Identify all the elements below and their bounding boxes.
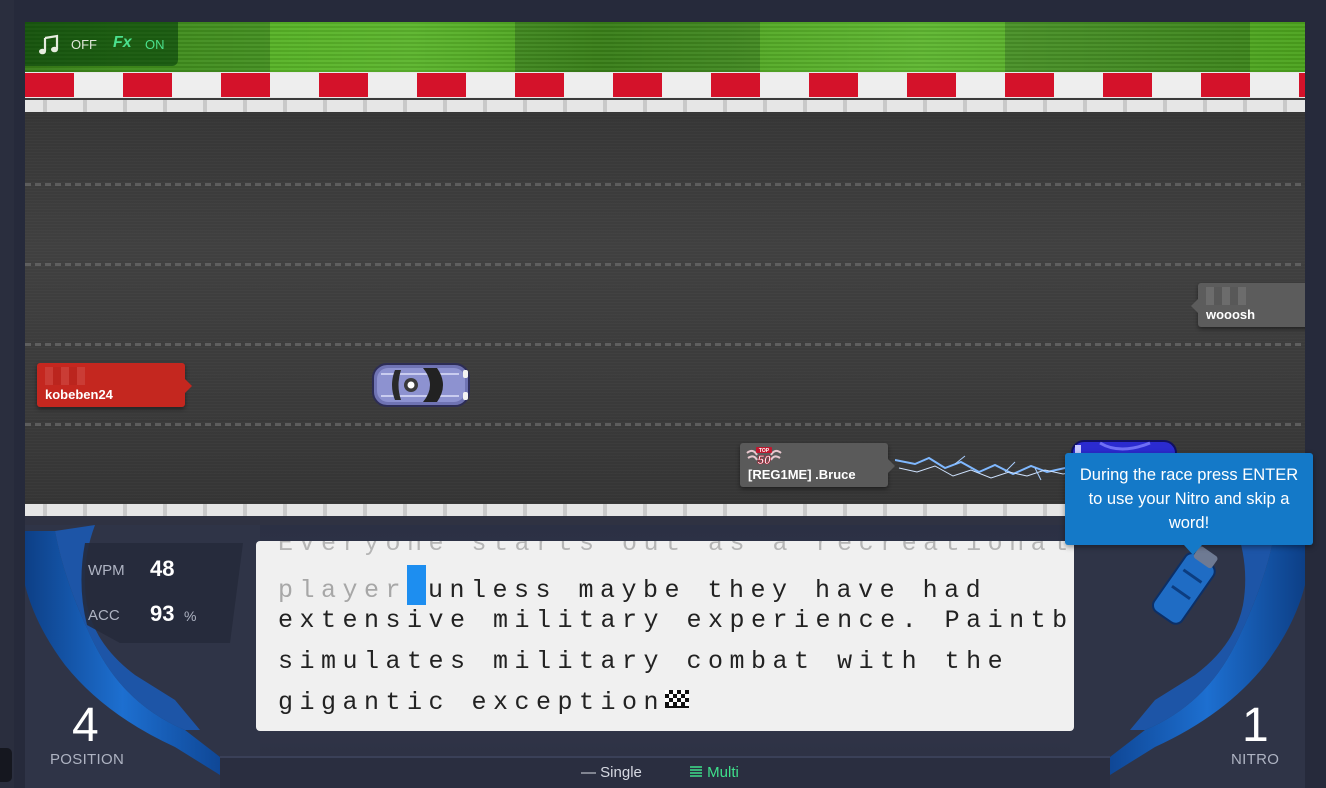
wpm-value: 48	[150, 556, 175, 581]
player-name: wooosh	[1206, 307, 1256, 322]
text-line-current: player unless maybe they have had	[278, 565, 987, 605]
track-curb	[25, 72, 1305, 98]
acc-value: 93	[150, 601, 175, 626]
tooltip-text: During the race press ENTER to use your …	[1079, 466, 1299, 532]
grass	[25, 22, 1305, 72]
side-tab[interactable]	[0, 748, 12, 782]
page-left-strip	[0, 0, 14, 788]
player-tag-kobeben24: kobeben24	[37, 363, 192, 407]
player-tag-bruce: TOP 50 [REG1ME] .Bruce	[740, 443, 895, 487]
player-car	[372, 363, 470, 407]
typed-text: player	[278, 576, 408, 605]
nitro-lightning	[895, 455, 1075, 481]
avatar	[45, 367, 85, 385]
acc-label: ACC	[88, 607, 120, 624]
acc-unit: %	[184, 608, 197, 624]
dash-icon: —	[581, 764, 596, 781]
avatar	[1206, 287, 1246, 305]
player-name: kobeben24	[45, 387, 113, 402]
nitro-label: NITRO	[1231, 751, 1280, 768]
position-value: 4	[72, 699, 99, 752]
tag-pointer	[1191, 299, 1198, 313]
position-label: POSITION	[50, 751, 125, 768]
tag-pointer	[185, 379, 192, 393]
player-name: [REG1ME] .Bruce	[748, 467, 856, 482]
race-track: OFF Fx ON kobeben24 TOP 50 [REG1ME] .Bru…	[25, 22, 1305, 525]
mode-single-button[interactable]: — Single	[581, 764, 642, 781]
audio-controls: OFF Fx ON	[25, 22, 178, 66]
lane-line	[25, 423, 1305, 426]
list-icon	[690, 766, 702, 777]
last-line-text: gigantic exception	[278, 688, 666, 717]
typing-text-panel[interactable]: Everyone starts out as a recreational pl…	[256, 541, 1074, 731]
mode-multi-button[interactable]: Multi	[689, 764, 739, 781]
mode-single-label: Single	[600, 764, 642, 781]
top50-badge: TOP 50	[746, 447, 782, 467]
wpm-label: WPM	[88, 562, 125, 579]
text-line: simulates military combat with the	[278, 647, 1010, 676]
music-note-icon[interactable]	[38, 34, 60, 56]
fx-icon[interactable]: Fx	[113, 34, 132, 52]
svg-text:50: 50	[757, 453, 771, 467]
nitro-value: 1	[1242, 699, 1269, 752]
fx-toggle[interactable]: ON	[145, 37, 165, 52]
text-line: Everyone starts out as a recreational	[278, 541, 1074, 558]
player-tag-wooosh: wooosh	[1191, 283, 1305, 327]
lane-line	[25, 183, 1305, 186]
remaining-text: unless maybe they have had	[428, 576, 988, 605]
nitro-tooltip: During the race press ENTER to use your …	[1065, 453, 1313, 545]
music-toggle[interactable]: OFF	[71, 37, 97, 52]
lane-line	[25, 263, 1305, 266]
typing-cursor	[407, 565, 427, 605]
finish-flag-icon	[665, 690, 690, 708]
text-line-last: gigantic exception	[278, 688, 690, 717]
tag-pointer	[888, 459, 895, 473]
track-shoulder-top	[25, 100, 1305, 112]
lane-line	[25, 343, 1305, 346]
tooltip-pointer	[1184, 545, 1202, 555]
text-line: extensive military experience. Paintball	[278, 606, 1074, 635]
mode-multi-label: Multi	[707, 764, 739, 781]
